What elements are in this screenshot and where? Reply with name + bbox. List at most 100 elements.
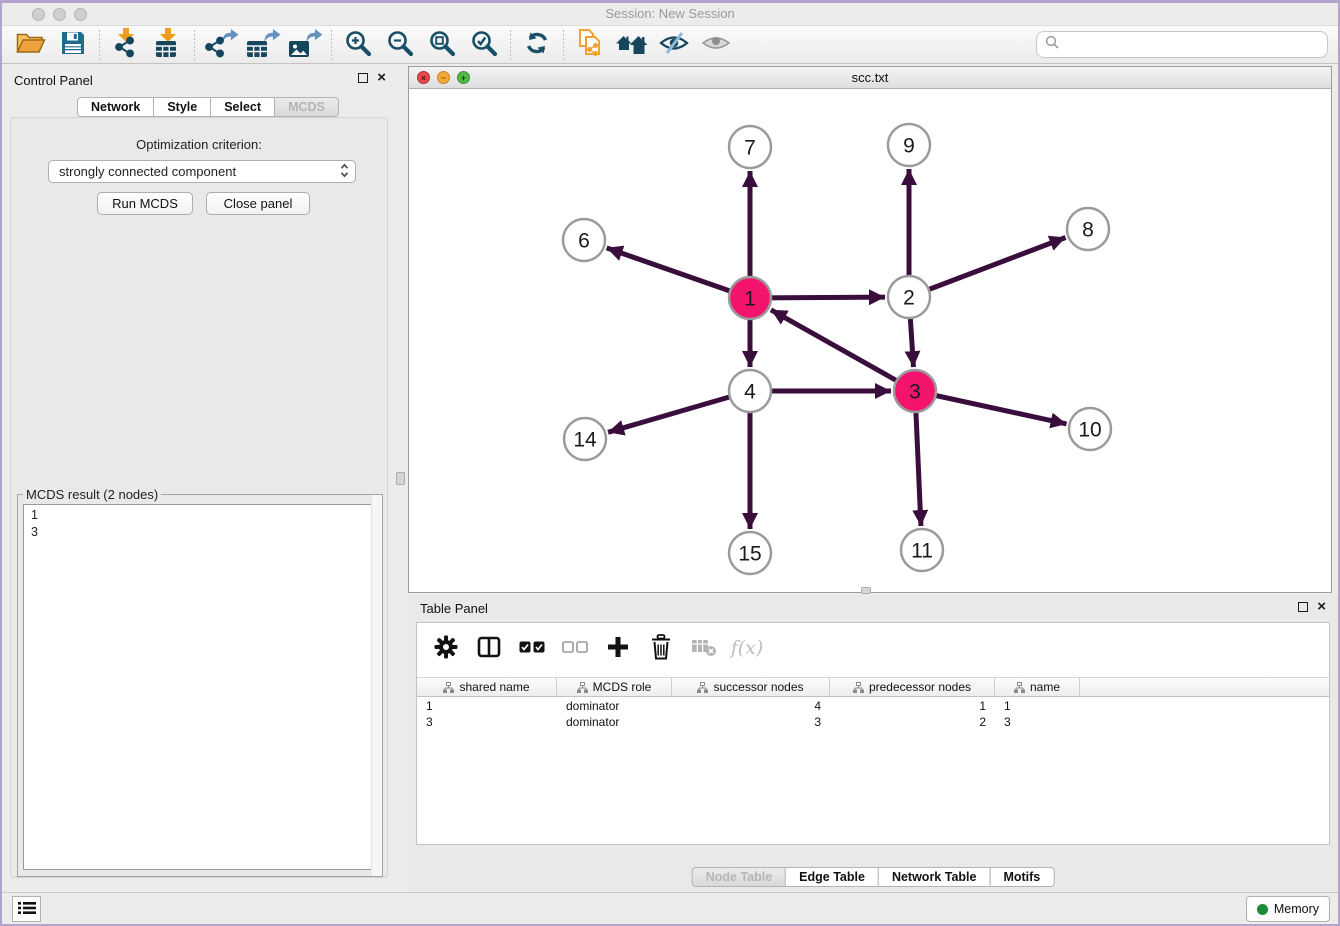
close-panel-icon[interactable]: × — [377, 73, 386, 83]
clone-network-icon — [576, 28, 604, 61]
new-network-from-selection-button[interactable] — [569, 28, 611, 62]
table-cell[interactable]: dominator — [557, 714, 672, 730]
column-header-predecessor-nodes[interactable]: predecessor nodes — [830, 678, 995, 696]
function-builder-button[interactable]: f(x) — [732, 632, 762, 664]
vertical-split-handle[interactable] — [396, 472, 405, 485]
deselect-all-columns-button[interactable] — [560, 632, 590, 664]
eye-slash-icon — [659, 31, 689, 58]
tab-select[interactable]: Select — [210, 97, 275, 117]
memory-button[interactable]: Memory — [1246, 896, 1330, 922]
close-table-panel-icon[interactable]: × — [1317, 602, 1326, 612]
tab-motifs[interactable]: Motifs — [989, 867, 1054, 887]
table-cell[interactable]: 4 — [672, 698, 830, 714]
column-header-MCDS-role[interactable]: MCDS role — [557, 678, 672, 696]
tab-style[interactable]: Style — [153, 97, 211, 117]
table-settings-button[interactable] — [431, 632, 461, 664]
import-table-button[interactable] — [147, 28, 189, 62]
list-icon — [18, 901, 36, 918]
table-cell[interactable]: 3 — [672, 714, 830, 730]
tab-mcds[interactable]: MCDS — [274, 97, 339, 117]
save-session-button[interactable] — [52, 28, 94, 62]
zoom-in-button[interactable] — [337, 28, 379, 62]
float-table-panel-icon[interactable] — [1298, 602, 1308, 612]
run-mcds-button[interactable]: Run MCDS — [97, 192, 193, 215]
network-window-title: scc.txt — [409, 70, 1331, 85]
result-scrollbar[interactable] — [371, 495, 382, 876]
graph-node-7[interactable]: 7 — [729, 126, 771, 168]
table-cell[interactable]: 1 — [417, 698, 557, 714]
table-cell[interactable]: 3 — [995, 714, 1080, 730]
first-neighbors-button[interactable] — [611, 28, 653, 62]
columns-icon — [477, 636, 501, 661]
task-history-button[interactable] — [12, 896, 41, 922]
criterion-select[interactable]: strongly connected component — [48, 160, 356, 183]
graph-edge-3-1[interactable] — [771, 310, 915, 391]
tab-node-table[interactable]: Node Table — [692, 867, 786, 887]
column-header-shared-name[interactable]: shared name — [417, 678, 557, 696]
show-columns-button[interactable] — [474, 632, 504, 664]
graph-node-2[interactable]: 2 — [888, 276, 930, 318]
node-label: 8 — [1082, 218, 1094, 241]
table-cell[interactable]: dominator — [557, 698, 672, 714]
export-image-button[interactable] — [284, 28, 326, 62]
houses-icon — [616, 31, 648, 58]
table-row[interactable]: 3dominator323 — [417, 714, 1329, 730]
column-header-name[interactable]: name — [995, 678, 1080, 696]
import-network-button[interactable] — [105, 28, 147, 62]
select-all-columns-button[interactable] — [517, 632, 547, 664]
tab-network[interactable]: Network — [77, 97, 154, 117]
mcds-result-text[interactable]: 1 3 — [23, 504, 377, 870]
add-column-button[interactable] — [603, 632, 633, 664]
search-box[interactable] — [1036, 31, 1328, 58]
graph-node-1[interactable]: 1 — [729, 277, 771, 319]
search-input[interactable] — [1065, 37, 1319, 52]
graph-edge-2-8[interactable] — [909, 238, 1066, 297]
show-all-button[interactable] — [695, 28, 737, 62]
graph-node-11[interactable]: 11 — [901, 529, 943, 571]
graph-node-14[interactable]: 14 — [564, 418, 606, 460]
delete-column-button[interactable] — [646, 632, 676, 664]
refresh-arrows-icon — [524, 30, 550, 59]
export-network-button[interactable] — [200, 28, 242, 62]
graph-edge-1-6[interactable] — [607, 248, 750, 298]
horizontal-split-handle[interactable] — [861, 587, 871, 594]
node-table-area: f(x) shared nameMCDS rolesuccessor nodes… — [416, 622, 1330, 845]
table-cell[interactable]: 3 — [417, 714, 557, 730]
float-panel-icon[interactable] — [358, 73, 368, 83]
graph-node-9[interactable]: 9 — [888, 124, 930, 166]
graph-node-6[interactable]: 6 — [563, 219, 605, 261]
apply-layout-button[interactable] — [516, 28, 558, 62]
open-session-button[interactable] — [10, 28, 52, 62]
table-panel: Table Panel × — [408, 595, 1338, 892]
toolbar-separator — [331, 30, 332, 60]
graph-node-15[interactable]: 15 — [729, 532, 771, 574]
delete-table-button[interactable] — [689, 632, 719, 664]
control-panel-title: Control Panel — [14, 73, 93, 88]
table-row[interactable]: 1dominator411 — [417, 698, 1329, 714]
zoom-out-button[interactable] — [379, 28, 421, 62]
graph-node-8[interactable]: 8 — [1067, 208, 1109, 250]
select-stepper-icon — [340, 163, 349, 181]
network-window-titlebar[interactable]: × − + scc.txt — [409, 67, 1331, 89]
column-header-successor-nodes[interactable]: successor nodes — [672, 678, 830, 696]
graph-edge-3-10[interactable] — [915, 391, 1067, 424]
node-label: 1 — [744, 287, 756, 310]
table-cell[interactable]: 1 — [995, 698, 1080, 714]
table-cell[interactable]: 2 — [830, 714, 995, 730]
graph-node-10[interactable]: 10 — [1069, 408, 1111, 450]
zoom-selected-button[interactable] — [463, 28, 505, 62]
tab-edge-table[interactable]: Edge Table — [785, 867, 879, 887]
graph-canvas[interactable]: 7 9 6 8 1 2 4 3 14 10 15 11 — [409, 89, 1331, 592]
export-table-button[interactable] — [242, 28, 284, 62]
node-label: 14 — [573, 428, 597, 451]
table-cell[interactable]: 1 — [830, 698, 995, 714]
tab-network-table[interactable]: Network Table — [878, 867, 991, 887]
node-label: 11 — [911, 539, 933, 562]
close-panel-button[interactable]: Close panel — [206, 192, 310, 215]
toolbar-separator — [99, 30, 100, 60]
zoom-fit-button[interactable] — [421, 28, 463, 62]
node-label: 15 — [738, 542, 761, 565]
hide-selected-button[interactable] — [653, 28, 695, 62]
graph-node-4[interactable]: 4 — [729, 370, 771, 412]
graph-node-3[interactable]: 3 — [894, 370, 936, 412]
